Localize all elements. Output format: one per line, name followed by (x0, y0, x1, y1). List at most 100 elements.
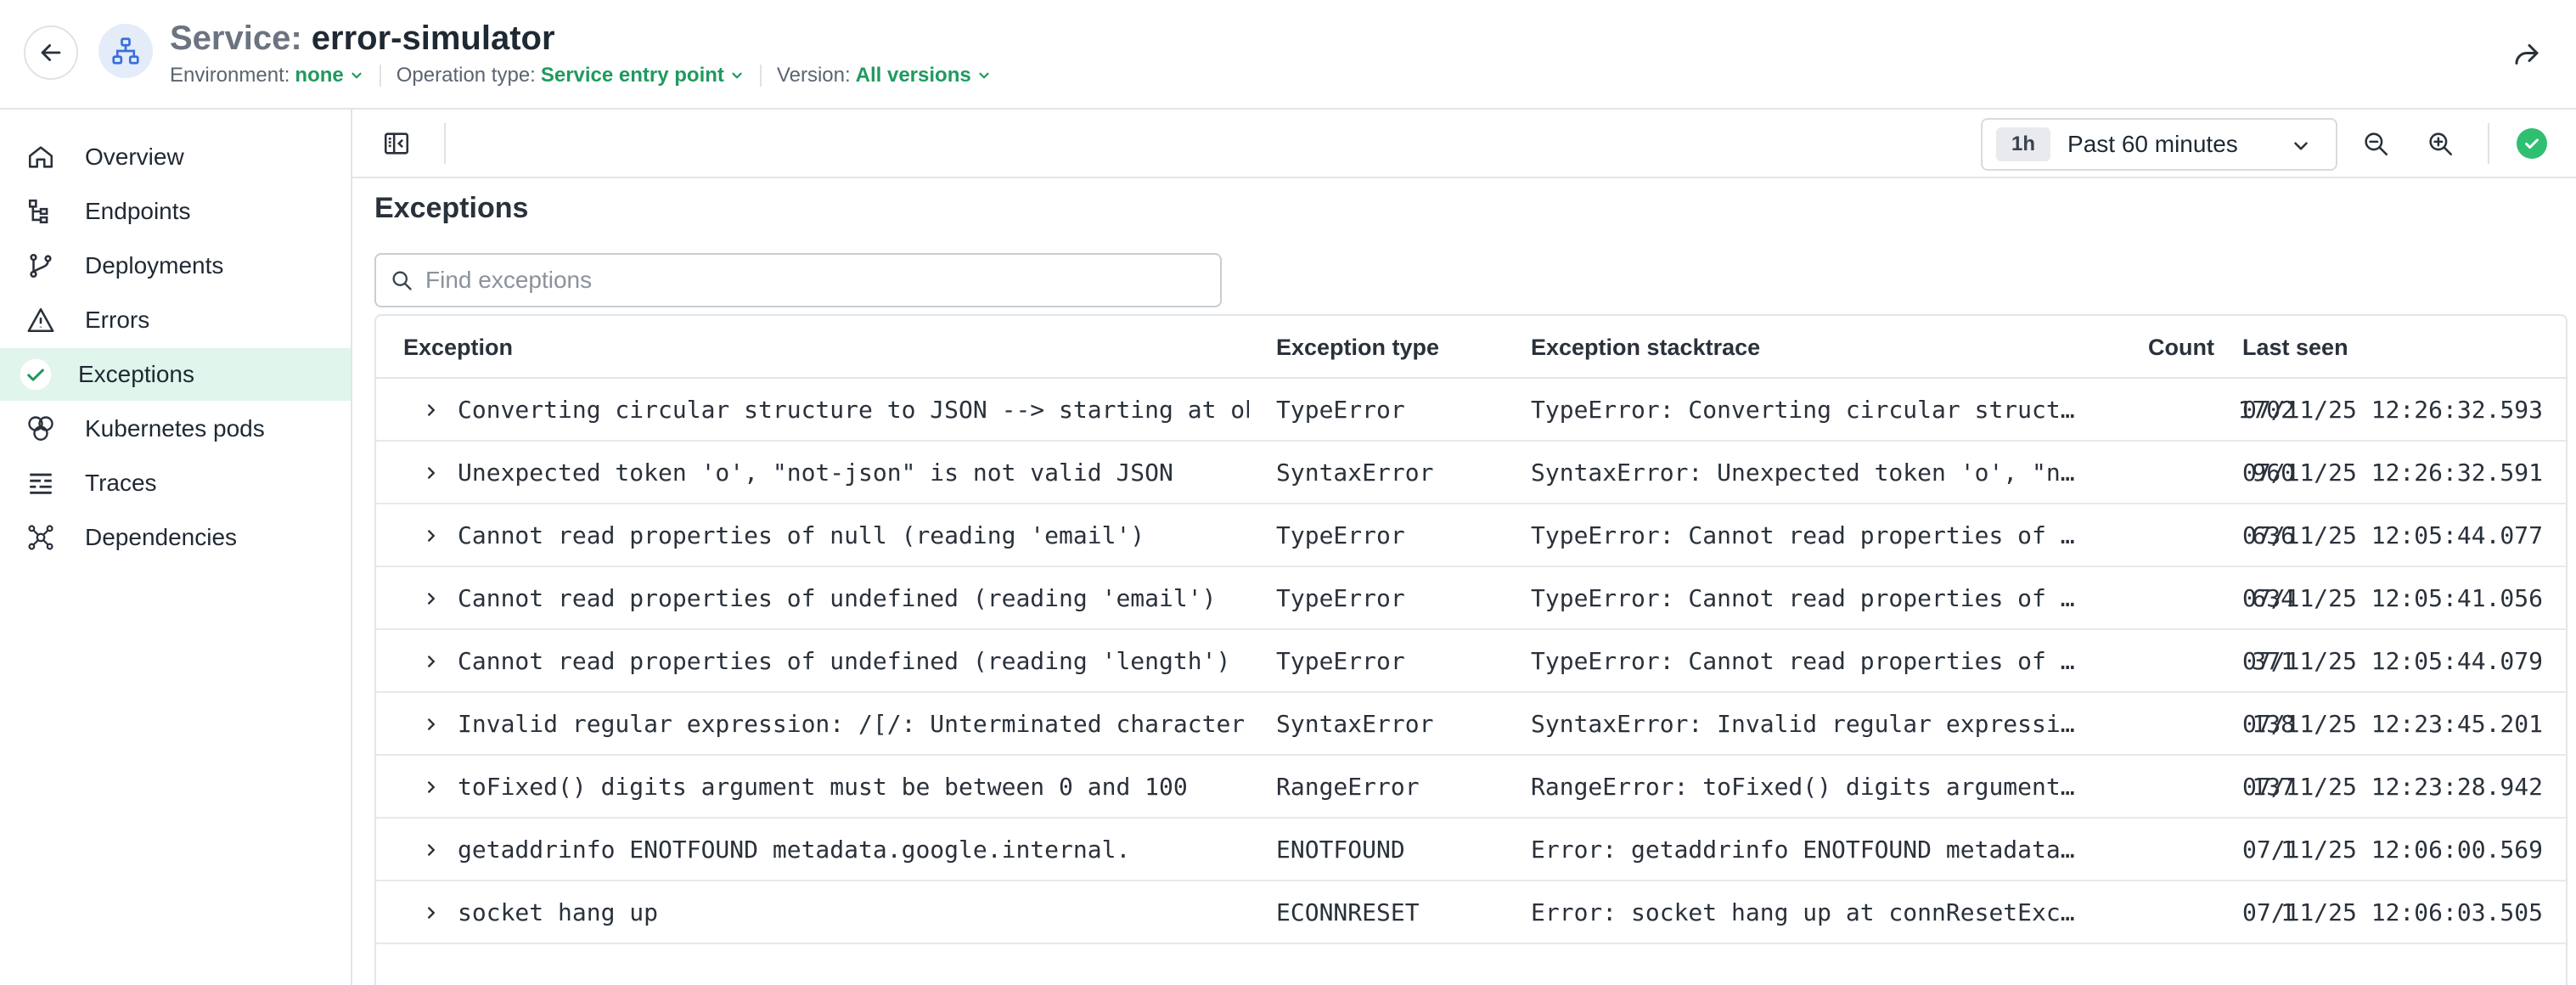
divider (2488, 123, 2489, 164)
endpoints-icon (22, 193, 59, 230)
last-seen: 07/11/25 12:05:41.056 (2242, 584, 2544, 612)
home-icon (22, 138, 59, 176)
sidebar-item-exceptions[interactable]: Exceptions (0, 348, 351, 401)
zoom-out-icon (2365, 132, 2388, 156)
exception-type: TypeError (1276, 521, 1405, 549)
chevron-down-icon (2290, 135, 2312, 157)
time-range-picker[interactable]: 1h Past 60 minutes (1981, 118, 2337, 171)
chevron-right-icon[interactable] (419, 586, 444, 611)
sidebar-item-errors[interactable]: Errors (0, 294, 351, 346)
panel-toggle-button[interactable] (378, 125, 415, 162)
chevron-right-icon[interactable] (419, 397, 444, 423)
sidebar-item-label: Overview (85, 144, 184, 170)
chevron-right-icon[interactable] (419, 649, 444, 674)
check-icon (17, 356, 54, 393)
page-header: Service: error-simulator Environment: no… (0, 0, 2576, 110)
chevron-right-icon[interactable] (419, 523, 444, 549)
table-row[interactable]: Cannot read properties of undefined (rea… (376, 630, 2566, 693)
share-button[interactable] (2505, 32, 2549, 76)
chevron-right-icon[interactable] (419, 900, 444, 926)
column-header-count[interactable]: Count (2148, 335, 2214, 361)
chevron-down-icon (349, 68, 364, 83)
last-seen: 07/11/25 12:23:45.201 (2242, 710, 2544, 738)
last-seen: 07/11/25 12:05:44.079 (2242, 647, 2544, 675)
exception-type: SyntaxError (1276, 710, 1434, 738)
table-row[interactable]: socket hang up ECONNRESET Error: socket ha… (376, 881, 2566, 944)
table-row[interactable]: Cannot read properties of undefined (rea… (376, 567, 2566, 630)
dependencies-icon (22, 519, 59, 556)
column-header-stacktrace[interactable]: Exception stacktrace (1531, 335, 1760, 361)
status-ok-icon[interactable] (2517, 128, 2547, 159)
back-button[interactable] (24, 25, 78, 80)
exception-stacktrace: TypeError: Cannot read properties of und… (1531, 647, 2083, 675)
filter-bar: Environment: none Operation type: Servic… (170, 61, 992, 90)
table-row[interactable]: Invalid regular expression: /[/: Untermi… (376, 693, 2566, 756)
exception-type: ENOTFOUND (1276, 836, 1405, 864)
chevron-right-icon[interactable] (419, 712, 444, 737)
exception-message: Cannot read properties of null (reading … (458, 521, 1145, 549)
exception-message: Unexpected token 'o', "not-json" is not … (458, 459, 1173, 487)
chevron-right-icon[interactable] (419, 460, 444, 486)
last-seen: 07/11/25 12:05:44.077 (2242, 521, 2544, 549)
exception-stacktrace: SyntaxError: Unexpected token 'o', "not-… (1531, 459, 2083, 487)
search-input[interactable] (425, 267, 1190, 294)
divider (444, 123, 446, 164)
table-row[interactable]: Cannot read properties of null (reading … (376, 504, 2566, 567)
exception-stacktrace: TypeError: Cannot read properties of und… (1531, 584, 2083, 612)
table-row[interactable]: Converting circular structure to JSON --… (376, 379, 2566, 442)
sidebar-item-endpoints[interactable]: Endpoints (0, 185, 351, 238)
column-header-exception-type[interactable]: Exception type (1276, 335, 1439, 361)
last-seen: 07/11/25 12:06:00.569 (2242, 836, 2544, 864)
sidebar-item-label: Exceptions (78, 361, 194, 387)
service-name: error-simulator (311, 20, 555, 57)
operation-type-filter[interactable]: Operation type: Service entry point (397, 64, 745, 87)
last-seen: 07/11/25 12:06:03.505 (2242, 898, 2544, 926)
zoom-out-button[interactable] (2355, 123, 2396, 164)
toolbar: 1h Past 60 minutes (352, 110, 2576, 178)
title-prefix: Service: (170, 20, 302, 57)
branch-icon (22, 247, 59, 284)
filter-label: Environment: (170, 64, 290, 87)
exception-stacktrace: TypeError: Cannot read properties of nul… (1531, 521, 2083, 549)
exception-type: TypeError (1276, 647, 1405, 675)
arrow-left-icon (41, 44, 61, 61)
exception-message: getaddrinfo ENOTFOUND metadata.google.in… (458, 836, 1131, 864)
sidebar-item-traces[interactable]: Traces (0, 457, 351, 509)
column-header-last-seen[interactable]: Last seen (2242, 335, 2348, 361)
table-row[interactable]: toFixed() digits argument must be betwee… (376, 756, 2566, 819)
time-range-chip: 1h (1996, 127, 2051, 161)
search-field[interactable] (374, 253, 1222, 307)
sidebar-item-deployments[interactable]: Deployments (0, 239, 351, 292)
sidebar-item-label: Deployments (85, 252, 224, 279)
chevron-right-icon[interactable] (419, 774, 444, 800)
sidebar-item-overview[interactable]: Overview (0, 131, 351, 183)
sidebar-item-label: Dependencies (85, 524, 238, 550)
table-row[interactable]: Unexpected token 'o', "not-json" is not … (376, 442, 2566, 504)
sidebar-item-label: Kubernetes pods (85, 415, 265, 442)
section-title: Exceptions (374, 192, 529, 224)
exception-stacktrace: Error: socket hang up at connResetExcept… (1531, 898, 2083, 926)
environment-filter[interactable]: Environment: none (170, 64, 364, 87)
sidebar-item-label: Errors (85, 307, 150, 333)
exception-type: TypeError (1276, 396, 1405, 424)
exception-message: toFixed() digits argument must be betwee… (458, 773, 1188, 801)
sidebar: Overview Endpoints Deployments Errors Ex… (0, 110, 352, 985)
chevron-right-icon[interactable] (419, 837, 444, 863)
version-filter[interactable]: Version: All versions (777, 64, 992, 87)
exception-type: ECONNRESET (1276, 898, 1420, 926)
column-header-exception[interactable]: Exception (403, 335, 513, 361)
sidebar-item-kubernetes-pods[interactable]: Kubernetes pods (0, 402, 351, 455)
page-title: Service: error-simulator (170, 15, 555, 61)
divider (759, 65, 762, 87)
exception-message: socket hang up (458, 898, 659, 926)
sidebar-item-dependencies[interactable]: Dependencies (0, 511, 351, 564)
exception-stacktrace: Error: getaddrinfo ENOTFOUND metadata.go… (1531, 836, 2083, 864)
warning-icon (22, 301, 59, 339)
table-row[interactable]: getaddrinfo ENOTFOUND metadata.google.in… (376, 819, 2566, 881)
zoom-in-button[interactable] (2420, 123, 2461, 164)
filter-label: Version: (776, 64, 851, 87)
exception-message: Cannot read properties of undefined (rea… (458, 647, 1231, 675)
pods-icon (22, 410, 59, 447)
exception-message: Cannot read properties of undefined (rea… (458, 584, 1217, 612)
filter-value: Service entry point (540, 64, 724, 87)
